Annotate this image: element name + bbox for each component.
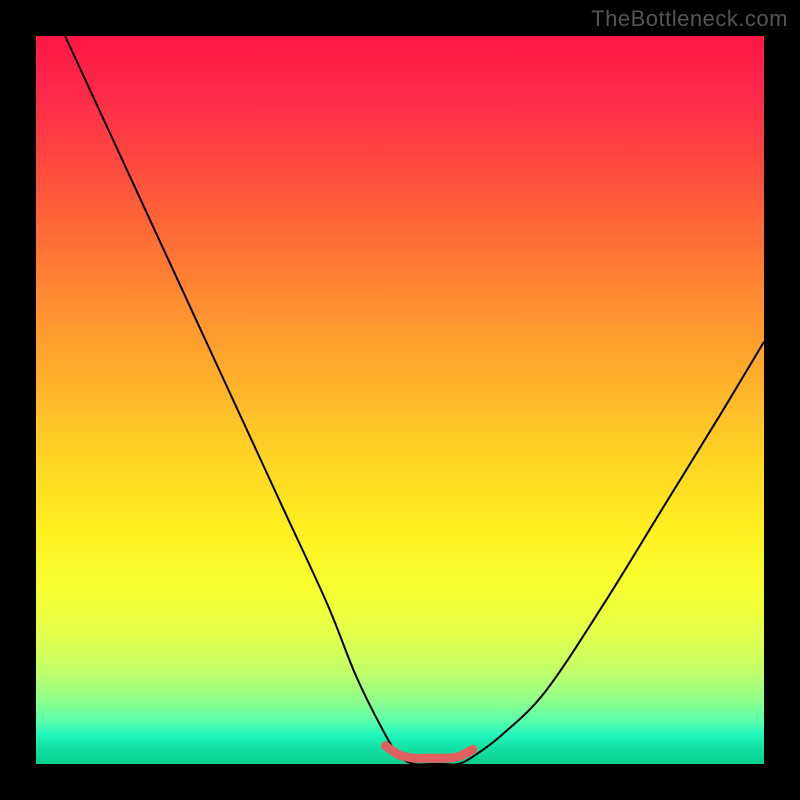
curve-svg [36,36,764,764]
bottleneck-curve [65,36,764,764]
plot-area [36,36,764,764]
highlight-segment [385,746,472,759]
chart-frame: TheBottleneck.com [0,0,800,800]
watermark-text: TheBottleneck.com [591,6,788,32]
